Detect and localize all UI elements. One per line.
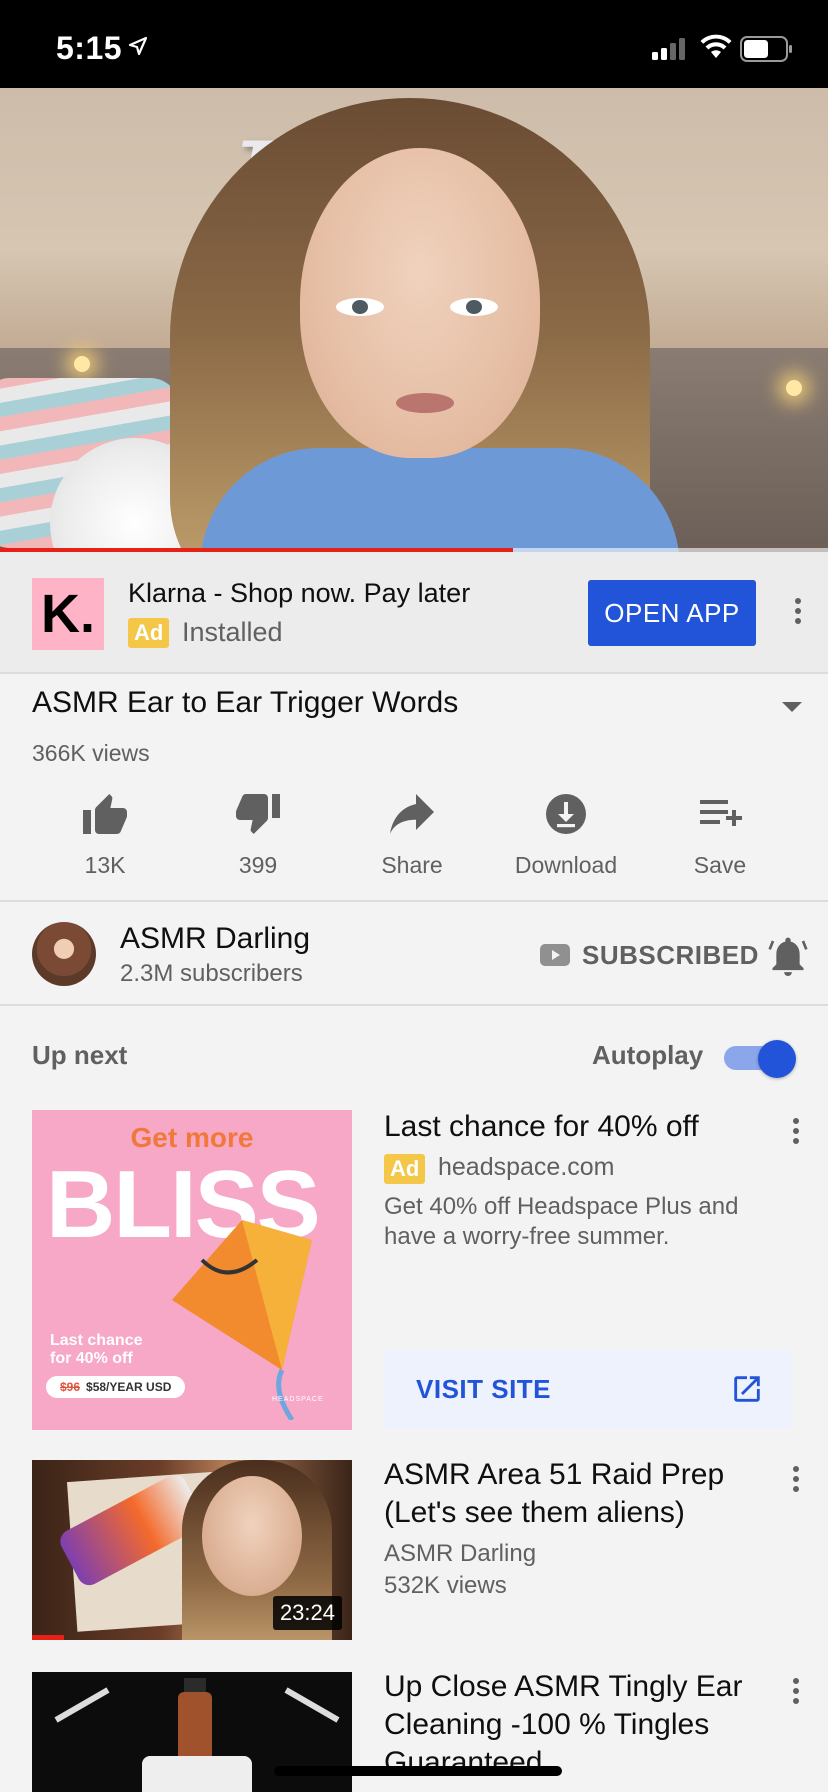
ad-thumb-caption: Last chance for 40% off: [50, 1332, 142, 1368]
autoplay-label: Autoplay: [592, 1040, 704, 1070]
thumb-bottle: [178, 1692, 212, 1762]
save-button[interactable]: Save: [645, 792, 795, 879]
subscriber-count: 2.3M subscribers: [120, 960, 303, 987]
more-vert-icon[interactable]: [788, 1676, 804, 1706]
ad-card-title[interactable]: Last chance for 40% off: [384, 1110, 699, 1144]
download-label: Download: [514, 852, 618, 878]
location-arrow-icon: [128, 36, 148, 56]
ad-thumb-price: $96 $58/YEAR USD: [46, 1376, 186, 1398]
video-duration: 23:24: [272, 1596, 342, 1630]
ad-thumb-caption-1: Last chance: [50, 1332, 143, 1349]
visit-site-label: VISIT SITE: [416, 1374, 552, 1404]
video-title[interactable]: ASMR Area 51 Raid Prep (Let's see them a…: [384, 1456, 764, 1532]
share-button[interactable]: Share: [337, 792, 487, 879]
action-bar: 13K 399 Share Download Save: [0, 792, 828, 902]
open-app-button[interactable]: OPEN APP: [588, 580, 756, 646]
video-frame-light: [786, 380, 802, 396]
share-icon: [390, 794, 434, 834]
ad-banner[interactable]: K. Klarna - Shop now. Pay later Ad Insta…: [0, 552, 828, 674]
playlist-add-icon: [700, 800, 742, 826]
thumb-tool: [284, 1687, 340, 1723]
ad-badge: Ad: [128, 618, 170, 648]
ad-card-thumbnail[interactable]: Get more BLISS Last chance for 40% off $…: [32, 1110, 352, 1430]
notification-bell-icon[interactable]: [768, 934, 808, 978]
thumb-face: [202, 1476, 302, 1596]
save-label: Save: [693, 852, 747, 878]
video-title[interactable]: Up Close ASMR Tingly Ear Cleaning -100 %…: [384, 1668, 764, 1782]
channel-avatar[interactable]: [32, 922, 96, 986]
share-label: Share: [381, 852, 443, 878]
channel-row[interactable]: ASMR Darling 2.3M subscribers SUBSCRIBED: [0, 904, 828, 1006]
subscribed-button[interactable]: SUBSCRIBED: [582, 940, 759, 971]
more-vert-icon[interactable]: [790, 596, 806, 626]
ad-banner-title: Klarna - Shop now. Pay later: [128, 578, 471, 608]
video-frame-eye: [336, 298, 384, 316]
video-thumbnail[interactable]: 23:24: [32, 1460, 352, 1640]
like-count: 13K: [84, 852, 126, 878]
video-frame-eye: [450, 298, 498, 316]
view-count: 366K views: [32, 740, 150, 766]
watched-progress-bar: [32, 1635, 64, 1640]
expand-description-icon[interactable]: [780, 700, 804, 714]
cellular-signal-icon: [652, 38, 685, 60]
dislike-count: 399: [238, 852, 278, 878]
video-player[interactable]: D: [0, 88, 828, 552]
video-title[interactable]: ASMR Ear to Ear Trigger Words: [32, 686, 458, 720]
up-next-label: Up next: [32, 1040, 128, 1070]
autoplay-toggle[interactable]: [724, 1040, 796, 1078]
status-time: 5:15: [56, 30, 123, 66]
battery-icon: [740, 36, 792, 62]
video-frame-mouth: [396, 393, 454, 413]
ad-badge: Ad: [384, 1154, 426, 1184]
ad-banner-status: Installed: [182, 617, 283, 647]
autoplay-toggle-knob: [758, 1040, 796, 1078]
ad-thumb-new-price: $58/YEAR USD: [86, 1380, 172, 1394]
thumbs-down-icon: [236, 794, 280, 834]
klarna-logo: K.: [32, 578, 104, 650]
ad-thumb-caption-2: for 40% off: [50, 1350, 133, 1367]
ad-card-description: Get 40% off Headspace Plus and have a wo…: [384, 1193, 739, 1250]
video-frame-face: [300, 148, 540, 458]
more-vert-icon[interactable]: [788, 1116, 804, 1146]
dislike-button[interactable]: 399: [183, 792, 333, 879]
youtube-play-icon: [540, 944, 570, 966]
like-button[interactable]: 13K: [30, 792, 180, 879]
download-icon: [546, 794, 586, 834]
visit-site-button[interactable]: VISIT SITE: [384, 1350, 792, 1428]
ad-thumb-old-price: $96: [60, 1380, 81, 1394]
thumb-tool: [54, 1687, 110, 1723]
video-frame-shirt: [200, 448, 680, 552]
ad-thumb-brand: HEADSPACE: [272, 1396, 324, 1403]
channel-name[interactable]: ASMR Darling: [120, 922, 310, 956]
thumbs-up-icon: [83, 794, 127, 834]
home-indicator[interactable]: [274, 1766, 562, 1776]
video-channel: ASMR Darling: [384, 1540, 537, 1567]
video-frame-light: [74, 356, 90, 372]
more-vert-icon[interactable]: [788, 1464, 804, 1494]
ad-card-domain: headspace.com: [438, 1153, 615, 1181]
open-external-icon: [734, 1376, 760, 1402]
wifi-icon: [700, 34, 732, 58]
thumb-tissue: [142, 1756, 252, 1792]
download-button[interactable]: Download: [491, 792, 641, 879]
status-bar: 5:15: [0, 0, 828, 88]
video-views: 532K views: [384, 1572, 507, 1599]
